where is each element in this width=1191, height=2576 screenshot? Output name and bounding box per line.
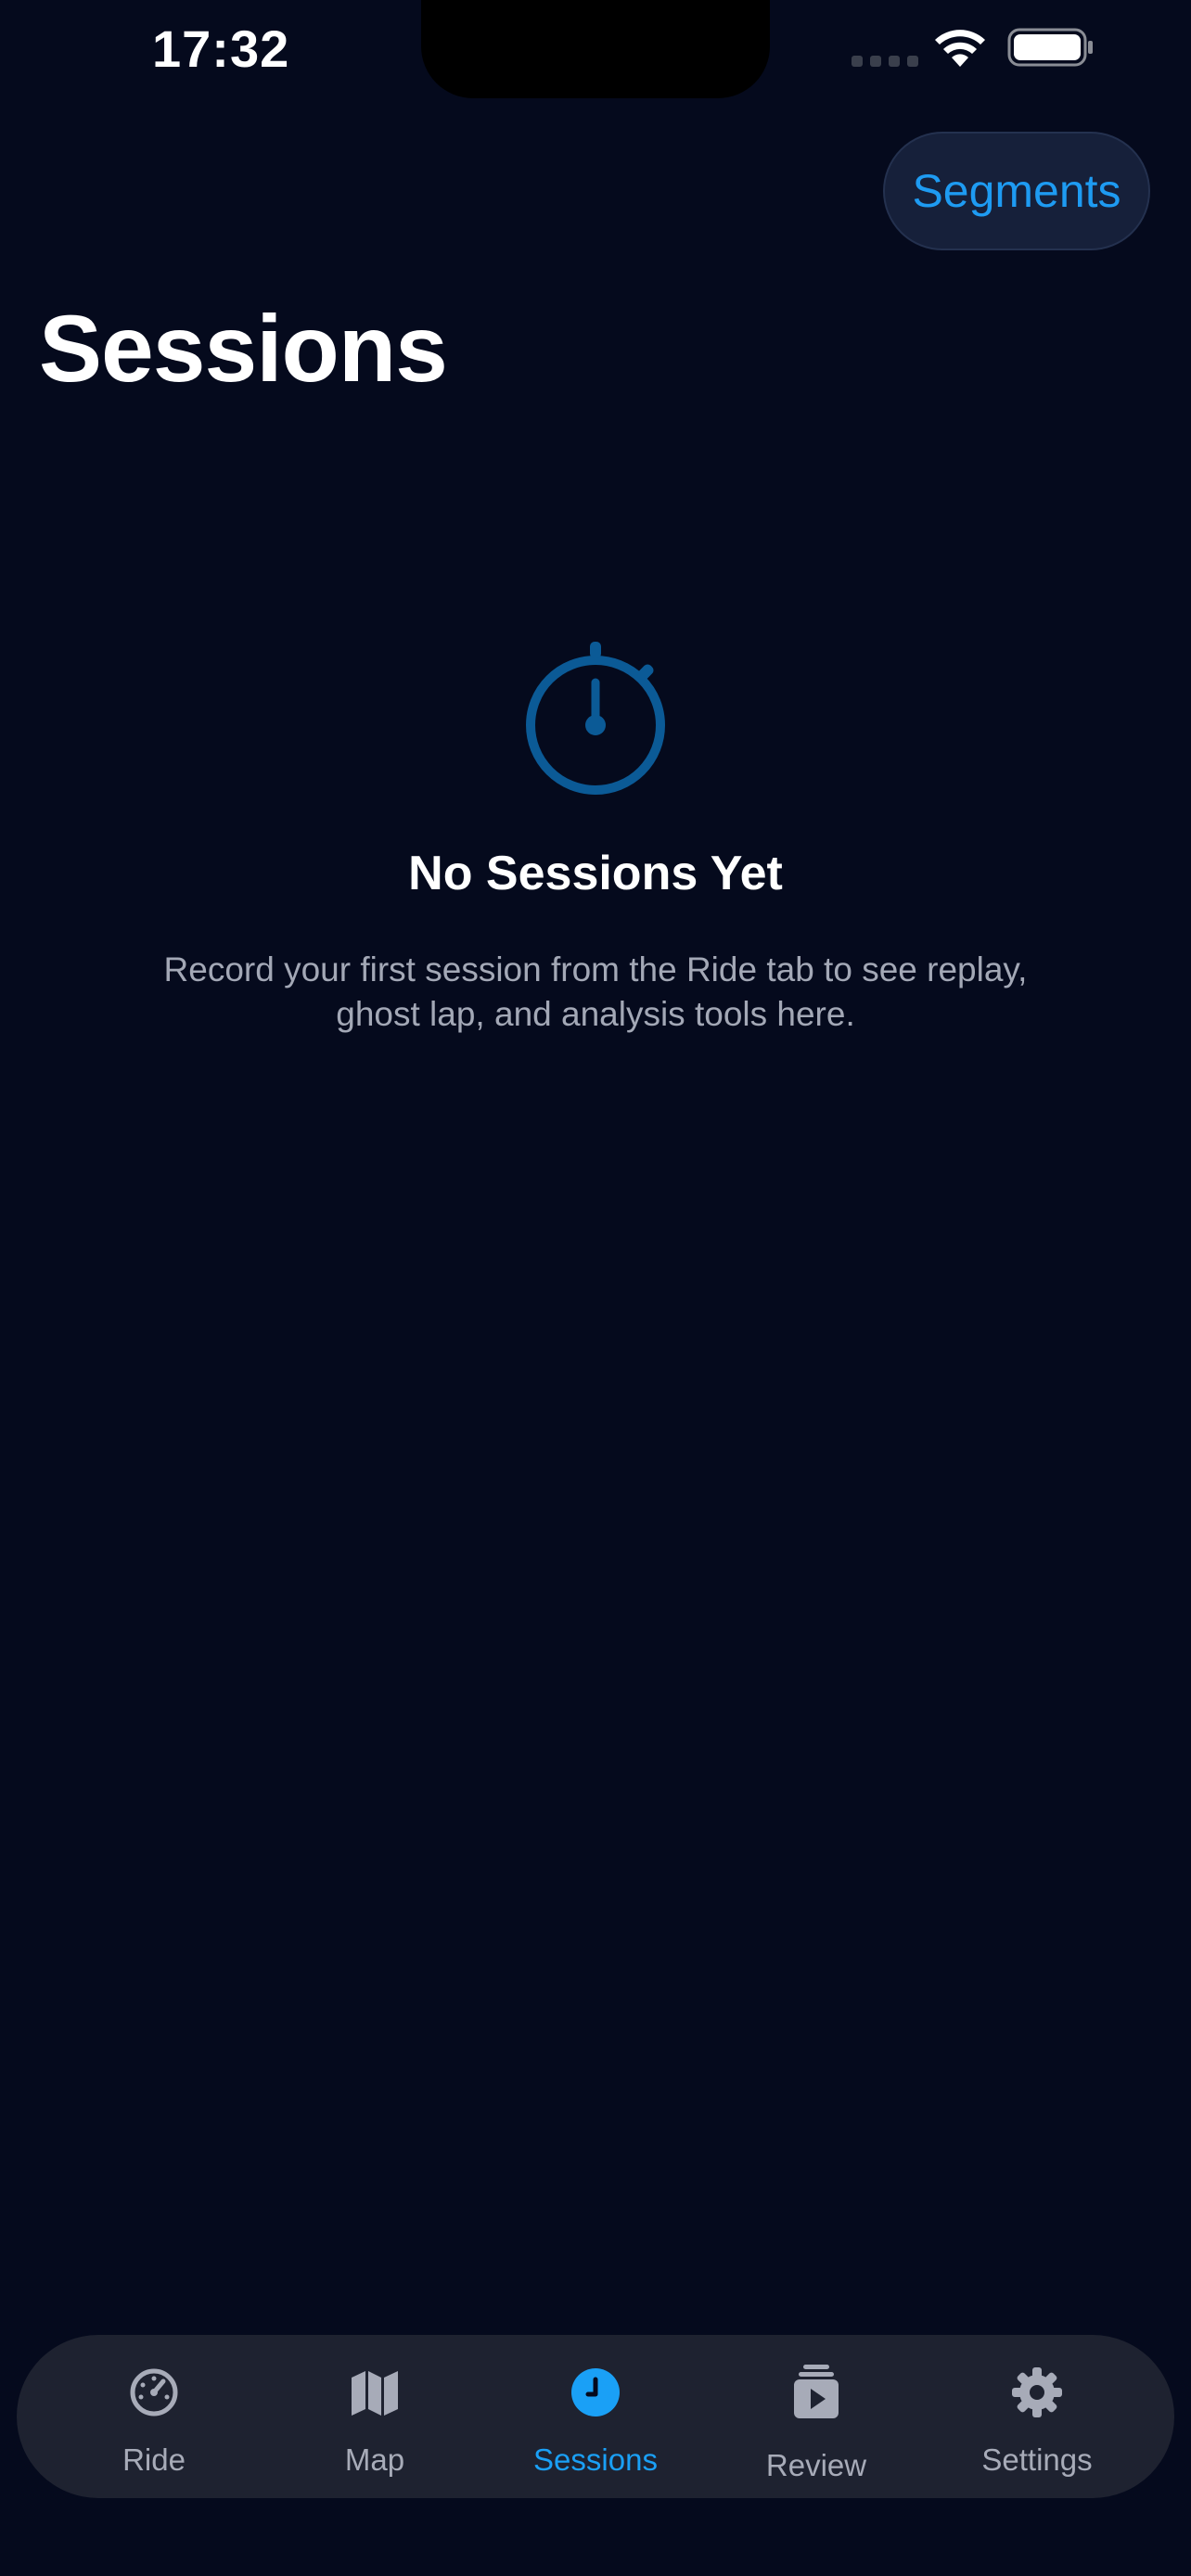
sessions-screen: 17:32 Segments Sessions No Sessions Yet … — [0, 0, 1191, 2576]
empty-state-description: Record your first session from the Ride … — [163, 950, 1028, 1033]
tab-bar: Ride Map Sessions Review Settings — [17, 2335, 1174, 2498]
speedometer-icon — [130, 2368, 178, 2417]
tab-label-ride: Ride — [122, 2442, 186, 2477]
cellular-signal-icon — [852, 56, 918, 67]
battery-icon — [1007, 28, 1093, 67]
tab-label-sessions: Sessions — [533, 2442, 658, 2477]
tab-sessions[interactable]: Sessions — [493, 2335, 698, 2498]
tab-label-map: Map — [344, 2442, 405, 2477]
tab-settings[interactable]: Settings — [935, 2335, 1139, 2498]
map-icon — [352, 2371, 398, 2416]
dynamic-island — [421, 0, 770, 98]
segments-button[interactable]: Segments — [883, 132, 1150, 250]
wifi-icon — [935, 30, 985, 67]
tab-map[interactable]: Map — [273, 2335, 477, 2498]
play-stack-icon — [794, 2365, 839, 2418]
status-time: 17:32 — [152, 19, 290, 78]
gear-icon — [1012, 2367, 1062, 2417]
stopwatch-icon — [526, 642, 665, 795]
clock-icon — [571, 2368, 620, 2417]
page-title: Sessions — [39, 296, 448, 402]
tab-label-settings: Settings — [981, 2442, 1093, 2477]
tab-label-review: Review — [765, 2448, 867, 2482]
empty-state-title: No Sessions Yet — [408, 847, 783, 900]
tab-ride[interactable]: Ride — [52, 2335, 256, 2498]
tab-review[interactable]: Review — [714, 2335, 918, 2498]
